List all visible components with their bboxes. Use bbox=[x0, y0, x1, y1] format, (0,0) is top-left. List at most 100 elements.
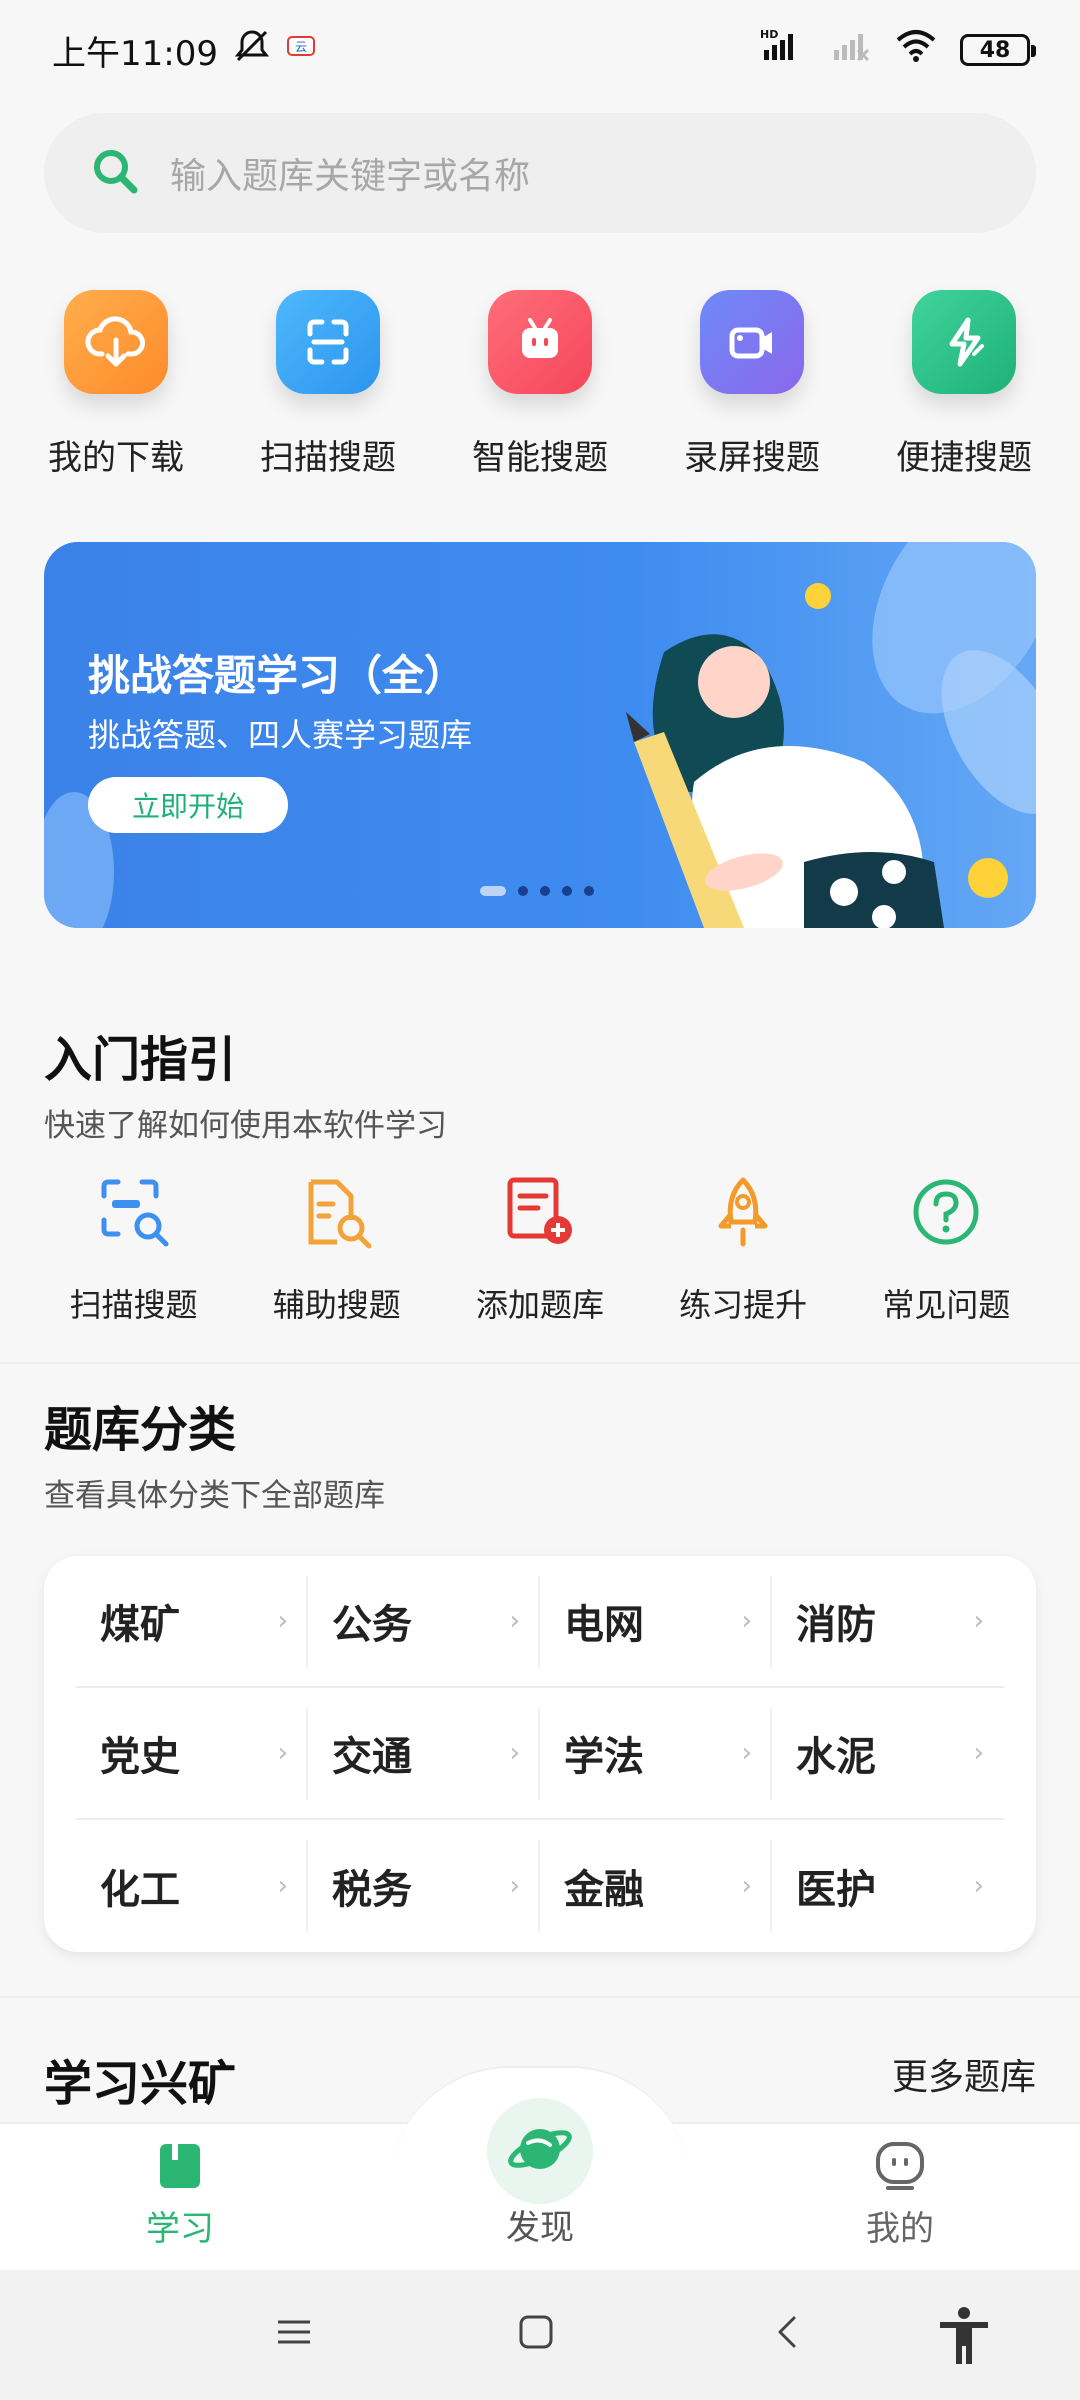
signal-icon: HD bbox=[760, 28, 810, 73]
quick-label: 智能搜题 bbox=[472, 438, 608, 478]
nav-discover[interactable]: 发现 bbox=[440, 2200, 640, 2249]
chevron-right-icon: › bbox=[741, 1871, 752, 1901]
accessibility-icon[interactable] bbox=[936, 2306, 992, 2370]
carousel-dot bbox=[518, 886, 528, 896]
category-label: 水泥 bbox=[796, 1734, 876, 1780]
chevron-right-icon: › bbox=[741, 1738, 752, 1768]
category-item[interactable]: 税务 › bbox=[308, 1820, 540, 1952]
category-row: 化工 › 税务 › 金融 › 医护 › bbox=[76, 1820, 1004, 1952]
book-icon bbox=[154, 2140, 206, 2201]
category-label: 学法 bbox=[564, 1734, 644, 1780]
nav-mine[interactable]: 我的 bbox=[800, 2140, 1000, 2250]
guide-list: 扫描搜题 辅助搜题 添加题库 练习提升 常见问题 bbox=[0, 1170, 1080, 1340]
svg-text:HD: HD bbox=[760, 28, 778, 41]
nav-mine-label: 我的 bbox=[866, 2209, 934, 2249]
guide-label: 辅助搜题 bbox=[272, 1286, 401, 1324]
guide-label: 练习提升 bbox=[679, 1286, 808, 1324]
guide-item-add[interactable]: 添加题库 bbox=[440, 1170, 640, 1340]
category-item[interactable]: 电网 › bbox=[540, 1556, 772, 1686]
category-label: 税务 bbox=[332, 1867, 412, 1913]
rocket-icon bbox=[701, 1170, 785, 1254]
categories-title: 题库分类 bbox=[44, 1402, 237, 1458]
banner-subtitle: 挑战答题、四人赛学习题库 bbox=[88, 716, 473, 754]
chevron-right-icon: › bbox=[509, 1606, 520, 1636]
guide-item-scan[interactable]: 扫描搜题 bbox=[34, 1170, 234, 1340]
robot-icon bbox=[488, 290, 592, 394]
guide-title: 入门指引 bbox=[44, 1032, 237, 1088]
menu-icon[interactable] bbox=[276, 2314, 312, 2354]
category-item[interactable]: 消防 › bbox=[772, 1556, 1004, 1686]
section-divider bbox=[0, 1362, 1080, 1364]
category-item[interactable]: 煤矿 › bbox=[76, 1556, 308, 1686]
guide-label: 扫描搜题 bbox=[69, 1286, 198, 1324]
mute-icon bbox=[232, 28, 272, 73]
app-notification-icon: 云 bbox=[286, 30, 316, 70]
chevron-right-icon: › bbox=[277, 1871, 288, 1901]
carousel-dot bbox=[480, 886, 506, 896]
guide-item-faq[interactable]: 常见问题 bbox=[846, 1170, 1046, 1340]
category-label: 公务 bbox=[332, 1602, 412, 1648]
quick-label: 便捷搜题 bbox=[896, 438, 1032, 478]
home-icon[interactable] bbox=[518, 2314, 554, 2354]
guide-item-assist[interactable]: 辅助搜题 bbox=[237, 1170, 437, 1340]
discover-button[interactable] bbox=[487, 2098, 593, 2204]
scan-icon bbox=[276, 290, 380, 394]
search-icon bbox=[90, 146, 140, 200]
chevron-right-icon: › bbox=[973, 1606, 984, 1636]
document-search-icon bbox=[295, 1170, 379, 1254]
carousel-dot bbox=[540, 886, 550, 896]
promo-banner[interactable]: 挑战答题学习（全） 挑战答题、四人赛学习题库 立即开始 bbox=[44, 542, 1036, 928]
start-button[interactable]: 立即开始 bbox=[88, 777, 288, 833]
category-label: 金融 bbox=[564, 1867, 644, 1913]
battery-indicator: 48 bbox=[960, 34, 1036, 66]
quick-convenient-search[interactable]: 便捷搜题 bbox=[864, 290, 1064, 490]
guide-label: 常见问题 bbox=[882, 1286, 1011, 1324]
wifi-icon bbox=[894, 28, 938, 73]
nav-discover-label: 发现 bbox=[506, 2208, 574, 2248]
quick-label: 我的下载 bbox=[48, 438, 184, 478]
system-nav-bar bbox=[0, 2270, 1080, 2400]
search-bar[interactable]: 输入题库关键字或名称 bbox=[44, 113, 1036, 233]
back-icon[interactable] bbox=[770, 2314, 806, 2354]
carousel-indicator bbox=[480, 886, 594, 896]
chevron-right-icon: › bbox=[973, 1738, 984, 1768]
quick-my-downloads[interactable]: 我的下载 bbox=[16, 290, 216, 490]
category-item[interactable]: 金融 › bbox=[540, 1820, 772, 1952]
category-label: 医护 bbox=[796, 1867, 876, 1913]
guide-label: 添加题库 bbox=[475, 1286, 604, 1324]
add-document-icon bbox=[498, 1170, 582, 1254]
nav-study[interactable]: 学习 bbox=[80, 2140, 280, 2250]
category-item[interactable]: 医护 › bbox=[772, 1820, 1004, 1952]
quick-scan-search[interactable]: 扫描搜题 bbox=[228, 290, 428, 490]
more-banks-link[interactable]: 更多题库 bbox=[892, 2048, 1036, 2100]
video-icon bbox=[700, 290, 804, 394]
guide-item-practice[interactable]: 练习提升 bbox=[643, 1170, 843, 1340]
planet-icon bbox=[504, 2113, 576, 2189]
category-label: 煤矿 bbox=[100, 1602, 180, 1648]
quick-screen-record-search[interactable]: 录屏搜题 bbox=[652, 290, 852, 490]
category-item[interactable]: 交通 › bbox=[308, 1688, 540, 1818]
status-time: 上午11:09 bbox=[52, 33, 218, 74]
signal-off-icon bbox=[832, 28, 872, 73]
chevron-right-icon: › bbox=[277, 1606, 288, 1636]
quick-label: 录屏搜题 bbox=[684, 438, 820, 478]
category-label: 交通 bbox=[332, 1734, 412, 1780]
categories-subtitle: 查看具体分类下全部题库 bbox=[44, 1478, 385, 1514]
chevron-right-icon: › bbox=[509, 1738, 520, 1768]
category-label: 党史 bbox=[100, 1734, 180, 1780]
category-item[interactable]: 学法 › bbox=[540, 1688, 772, 1818]
category-item[interactable]: 公务 › bbox=[308, 1556, 540, 1686]
category-label: 电网 bbox=[564, 1602, 644, 1648]
search-input[interactable]: 输入题库关键字或名称 bbox=[170, 147, 530, 199]
chevron-right-icon: › bbox=[509, 1871, 520, 1901]
quick-actions: 我的下载 扫描搜题 智能搜题 录屏搜题 便捷搜题 bbox=[0, 290, 1080, 490]
quick-label: 扫描搜题 bbox=[260, 438, 396, 478]
banner-title: 挑战答题学习（全） bbox=[88, 651, 467, 700]
category-item[interactable]: 党史 › bbox=[76, 1688, 308, 1818]
category-item[interactable]: 化工 › bbox=[76, 1820, 308, 1952]
svg-text:云: 云 bbox=[295, 40, 307, 54]
nav-study-label: 学习 bbox=[146, 2209, 214, 2249]
category-item[interactable]: 水泥 › bbox=[772, 1688, 1004, 1818]
lightning-icon bbox=[912, 290, 1016, 394]
quick-smart-search[interactable]: 智能搜题 bbox=[440, 290, 640, 490]
